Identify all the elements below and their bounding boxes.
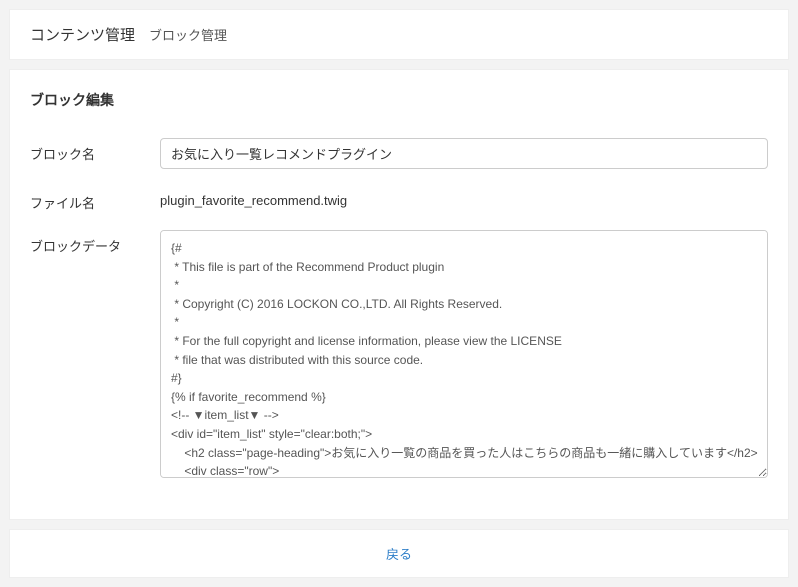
edit-panel: ブロック編集 ブロック名 ファイル名 plugin_favorite_recom… [9, 69, 789, 520]
page-header: コンテンツ管理 ブロック管理 [9, 9, 789, 60]
block-data-textarea[interactable] [160, 230, 768, 478]
row-block-name: ブロック名 [30, 138, 768, 169]
row-block-data: ブロックデータ [30, 230, 768, 481]
label-block-name: ブロック名 [30, 138, 160, 163]
label-file-name: ファイル名 [30, 187, 160, 212]
block-name-input[interactable] [160, 138, 768, 169]
page-title-main: コンテンツ管理 [30, 24, 135, 45]
back-button[interactable]: 戻る [386, 544, 412, 563]
panel-title: ブロック編集 [30, 90, 768, 110]
row-file-name: ファイル名 plugin_favorite_recommend.twig [30, 187, 768, 212]
footer: 戻る [9, 529, 789, 578]
file-name-value: plugin_favorite_recommend.twig [160, 187, 768, 208]
page-title-sub: ブロック管理 [149, 25, 227, 44]
label-block-data: ブロックデータ [30, 230, 160, 255]
